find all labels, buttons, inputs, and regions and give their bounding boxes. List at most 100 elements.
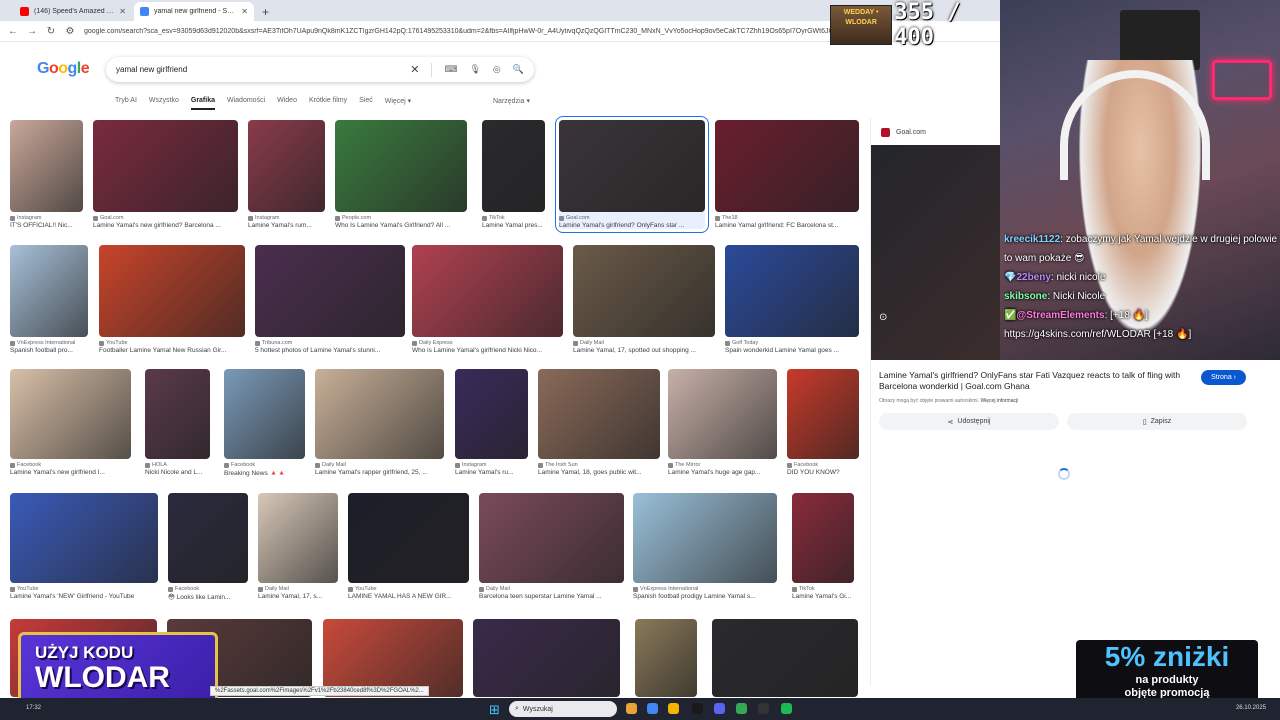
share-button[interactable]: ⋖ Udostępnij bbox=[879, 413, 1059, 430]
close-icon[interactable]: ✕ bbox=[241, 7, 248, 16]
forward-icon[interactable]: → bbox=[27, 26, 37, 37]
result-caption[interactable]: DID YOU KNOW? bbox=[787, 469, 859, 476]
google-logo[interactable]: Google bbox=[37, 60, 90, 78]
image-result[interactable]: YouTube Lamine Yamal's 'NEW' Girlfriend -… bbox=[10, 493, 158, 600]
result-caption[interactable]: Barcelona teen superstar Lamine Yamal ..… bbox=[479, 593, 624, 600]
result-source[interactable]: VnExpress International bbox=[10, 340, 88, 346]
result-thumbnail[interactable] bbox=[559, 120, 705, 212]
result-caption[interactable]: Lamine Yamal, 17, s... bbox=[258, 593, 338, 600]
result-thumbnail[interactable] bbox=[348, 493, 469, 583]
result-thumbnail[interactable] bbox=[633, 493, 777, 583]
result-source[interactable]: Daily Mail bbox=[479, 586, 624, 592]
result-source[interactable]: Daily Mail bbox=[315, 462, 444, 468]
result-thumbnail[interactable] bbox=[412, 245, 563, 337]
image-result[interactable]: TikTok Lamine Yamal pres... bbox=[482, 120, 545, 229]
image-result[interactable]: The Mirror Lamine Yamal's huge age gap... bbox=[668, 369, 777, 476]
image-result[interactable]: The Irish Sun Lamine Yamal, 18, goes publ… bbox=[538, 369, 660, 476]
result-caption[interactable]: Lamine Yamal's rum... bbox=[248, 222, 325, 229]
result-caption[interactable]: IT'S OFFICIAL!! Nic... bbox=[10, 222, 83, 229]
image-result[interactable]: VnExpress International Spanish football … bbox=[10, 245, 88, 354]
result-caption[interactable]: Lamine Yamal's new girlfriend I... bbox=[10, 469, 131, 476]
result-source[interactable]: Daily Express bbox=[412, 340, 563, 346]
microphone-icon[interactable]: 🎙 bbox=[469, 64, 480, 75]
taskbar-app-icon[interactable] bbox=[781, 703, 792, 714]
result-thumbnail[interactable] bbox=[715, 120, 859, 212]
result-caption[interactable]: Who is Lamine Yamal's girlfriend Nicki N… bbox=[412, 347, 563, 354]
filter-tab[interactable]: Więcej ▾ bbox=[385, 97, 411, 110]
result-thumbnail[interactable] bbox=[10, 120, 83, 212]
result-caption[interactable]: Spanish football prodigy Lamine Yamal s.… bbox=[633, 593, 777, 600]
result-caption[interactable]: Lamine Yamal's huge age gap... bbox=[668, 469, 777, 476]
taskbar-app-icon[interactable] bbox=[647, 703, 658, 714]
filter-tab[interactable]: Krótkie filmy bbox=[309, 97, 347, 110]
result-caption[interactable]: Lamine Yamal girlfriend: FC Barcelona st… bbox=[715, 222, 859, 229]
result-source[interactable]: The Mirror bbox=[668, 462, 777, 468]
result-thumbnail[interactable] bbox=[668, 369, 777, 459]
taskbar-app-icon[interactable] bbox=[714, 703, 725, 714]
filter-tab[interactable]: Grafika bbox=[190, 97, 215, 110]
taskbar-app-icon[interactable] bbox=[692, 703, 703, 714]
save-button[interactable]: ▯ Zapisz bbox=[1067, 413, 1247, 430]
search-icon[interactable]: 🔍 bbox=[513, 64, 524, 75]
image-result[interactable]: Facebook Breaking News 🔺🔺 bbox=[224, 369, 305, 477]
taskbar-app-icon[interactable] bbox=[736, 703, 747, 714]
tab-youtube[interactable]: (146) Speed's Amazed With Th ✕ bbox=[14, 2, 132, 21]
result-thumbnail[interactable] bbox=[792, 493, 854, 583]
result-source[interactable]: Instagram bbox=[455, 462, 528, 468]
result-caption[interactable]: Lamine Yamal's girlfriend? OnlyFans star… bbox=[559, 222, 705, 229]
result-source[interactable]: The Irish Sun bbox=[538, 462, 660, 468]
taskbar-app-icon[interactable] bbox=[668, 703, 679, 714]
result-thumbnail[interactable] bbox=[258, 493, 338, 583]
result-thumbnail[interactable] bbox=[10, 245, 88, 337]
result-caption[interactable]: 😳 Looks like Lamin... bbox=[168, 593, 248, 601]
tools-button[interactable]: Narzędzia ▾ bbox=[493, 97, 530, 105]
result-source[interactable]: Instagram bbox=[248, 215, 325, 221]
result-source[interactable]: YouTube bbox=[348, 586, 469, 592]
result-thumbnail[interactable] bbox=[482, 120, 545, 212]
result-source[interactable]: VnExpress International bbox=[633, 586, 777, 592]
result-source[interactable]: Instagram bbox=[10, 215, 83, 221]
image-result[interactable]: Instagram Lamine Yamal's rum... bbox=[248, 120, 325, 229]
clear-icon[interactable]: ✕ bbox=[410, 63, 419, 76]
image-result[interactable]: YouTube Footballer Lamine Yamal New Russi… bbox=[99, 245, 245, 354]
result-source[interactable]: The18 bbox=[715, 215, 859, 221]
filter-tab[interactable]: Tryb AI bbox=[115, 97, 137, 110]
result-source[interactable]: TikTok bbox=[792, 586, 854, 592]
result-source[interactable]: Facebook bbox=[224, 462, 305, 468]
image-result[interactable]: Instagram Lamine Yamal's ru... bbox=[455, 369, 528, 476]
image-result[interactable]: HOLA Nicki Nicole and L... bbox=[145, 369, 210, 476]
result-source[interactable]: Daily Mail bbox=[573, 340, 715, 346]
result-thumbnail[interactable] bbox=[473, 619, 620, 697]
result-thumbnail[interactable] bbox=[725, 245, 859, 337]
more-info-link[interactable]: Więcej informacji bbox=[980, 398, 1018, 404]
image-result[interactable] bbox=[712, 619, 858, 697]
result-thumbnail[interactable] bbox=[787, 369, 859, 459]
tab-google-search[interactable]: yamal new girlfriend - Szukaj w ✕ bbox=[134, 2, 254, 21]
result-source[interactable]: HOLA bbox=[145, 462, 210, 468]
result-source[interactable]: Goal.com bbox=[93, 215, 238, 221]
image-result[interactable]: Daily Mail Lamine Yamal, 17, s... bbox=[258, 493, 338, 600]
result-caption[interactable]: Lamine Yamal's Gi... bbox=[792, 593, 854, 600]
image-result[interactable]: Daily Mail Lamine Yamal's rapper girlfrie… bbox=[315, 369, 444, 476]
result-source[interactable]: Goal.com bbox=[559, 215, 705, 221]
result-source[interactable]: YouTube bbox=[99, 340, 245, 346]
result-source[interactable]: Facebook bbox=[787, 462, 859, 468]
image-result[interactable] bbox=[635, 619, 697, 697]
image-result[interactable]: Golf Today Spain wonderkid Lamine Yamal g… bbox=[725, 245, 859, 354]
image-result[interactable]: TikTok Lamine Yamal's Gi... bbox=[792, 493, 854, 600]
image-result[interactable]: YouTube LAMINE YAMAL HAS A NEW GIR... bbox=[348, 493, 469, 600]
result-source[interactable]: YouTube bbox=[10, 586, 158, 592]
back-icon[interactable]: ← bbox=[8, 26, 18, 37]
result-source[interactable]: Facebook bbox=[168, 586, 248, 592]
result-caption[interactable]: Who Is Lamine Yamal's Girlfriend? All ..… bbox=[335, 222, 467, 229]
image-result[interactable]: Daily Express Who is Lamine Yamal's girlf… bbox=[412, 245, 563, 354]
result-caption[interactable]: Spain wonderkid Lamine Yamal goes ... bbox=[725, 347, 859, 354]
lens-icon[interactable]: ⊙ bbox=[879, 312, 887, 323]
image-result[interactable]: Facebook 😳 Looks like Lamin... bbox=[168, 493, 248, 601]
result-thumbnail[interactable] bbox=[99, 245, 245, 337]
url-field[interactable]: google.com/search?sca_esv=93059d63d91202… bbox=[84, 28, 844, 35]
lens-icon[interactable]: ◎ bbox=[493, 64, 501, 75]
image-result[interactable]: Facebook Lamine Yamal's new girlfriend I.… bbox=[10, 369, 131, 476]
image-result[interactable]: Goal.com Lamine Yamal's girlfriend? OnlyF… bbox=[555, 116, 709, 233]
windows-start-icon[interactable]: ⊞ bbox=[489, 702, 500, 718]
